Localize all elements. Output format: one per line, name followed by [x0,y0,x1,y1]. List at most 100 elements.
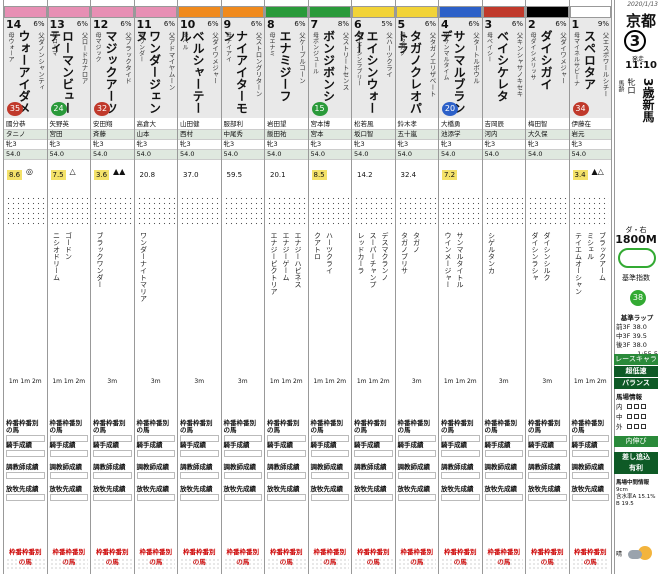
horse-sire: 父ケーブルコーン [297,32,306,84]
horse-dam: 母ダイシメリッサ [529,32,536,80]
record-d: 放牧先成績 [441,486,480,501]
carried-weight: 54.0 [221,150,264,160]
horse-dam: 母ボンジュール [311,32,319,74]
horse-column: 7 8% 父ストリートセンス ボンジボンシ 母ボンジュール 15 宮本博 宮本 … [307,0,352,574]
horse-dam: 母サンマルタイム [442,32,449,80]
horse-header: 2 6% 父ダイワメジャー ダイシガイ 母ダイシメリッサ [526,18,569,118]
venue: 京都 [625,12,656,30]
finish-stats: 1m 1m 2m [52,378,86,385]
mark-symbols: ▲▲ [113,167,126,176]
horse-column: 3 6% 父キンシャサノキセキ ベイシケレタ 母ベイシー 吉岡辰 河内 牝3 5… [481,0,525,574]
finish-stats: 3m [411,378,422,385]
balance: バランス [614,378,658,389]
age-sex: 牝3 [395,140,438,150]
footer-label: 枠番枠番別の馬 [574,548,607,566]
past-grid [6,196,45,226]
age-sex: 牝3 [569,140,611,150]
post-time: 11:10 [625,60,657,71]
finish-stats: 1m 1m 2m [356,378,390,385]
footer-grid [6,558,45,570]
pedigree-2: ダイシンシルク [543,232,551,281]
record-a: 枠番枠番別の馬 [310,420,349,442]
record-c: 調教師成績 [136,464,175,479]
horse-sire: 父タートルボウル [471,32,480,84]
record-a: 枠番枠番別の馬 [354,420,393,442]
horse-name[interactable]: スペロタア [582,30,597,90]
track-oval-icon [618,248,656,268]
past-grid [93,196,132,226]
pedigree: クアトロ ハーツクライ [309,232,352,372]
race-info-panel: 2020/1/13 京都 3 発走 11:10 3歳新馬 牝口 馬齢 ダ・右 1… [614,0,660,574]
record-c: 調教師成績 [267,464,306,479]
finish-stats: 3m [150,378,161,385]
horse-sire: 父ダイワメジャー [210,32,219,84]
footer-grid [441,558,480,570]
horse-rate: 5% [381,20,393,28]
lap-mid: 中3F 39.5 [616,332,647,340]
horse-dam: 母ワンダー [137,32,145,62]
footer-label: 枠番枠番別の馬 [96,548,129,566]
age-sex: 牝3 [352,140,395,150]
baseline-label: 基準指数 [622,274,650,282]
horse-name[interactable]: エナミジーフ [277,30,292,102]
footer-grid [136,558,175,570]
record-c: 調教師成績 [93,464,132,479]
horse-sire: 父ロードカナロア [80,32,88,84]
horse-sire: 父キンシャサノキセキ [515,32,523,97]
index-value: 14.2 [357,171,373,179]
record-d: 放牧先成績 [267,486,306,501]
record-d: 放牧先成績 [571,486,609,501]
age-sex: 牝3 [308,140,351,150]
finish-stats: 3m [194,378,205,385]
record-a: 枠番枠番別の馬 [136,420,175,442]
race-sub2: 馬齢 [617,80,624,92]
past-grid [49,196,88,226]
record-b: 騎手成績 [136,442,175,457]
horse-name[interactable]: ダイシガイ [538,30,553,90]
horse-name[interactable]: ボンジボンシ [321,30,336,102]
record-d: 放牧先成績 [397,486,436,501]
record-d: 放牧先成績 [354,486,393,501]
horse-sire: 父ダイワメジャー [558,32,567,84]
trainer: 宮本 [308,130,351,140]
pedigree [4,232,47,372]
lap-info: 基準ラップ 前3F 38.0 中3F 39.5 後3F 38.0 1:55.5 [614,314,658,359]
horse-column: 13 6% 父ロードカナロア ローマンビューティ 母ローマ 24 矢野英 宮田 … [46,0,90,574]
horse-info: 宮本博 宮本 牝3 54.0 [308,120,351,192]
horse-column: 9 6% 父ストロングリターン ナイアイターモン 母ナイアイ 服部利 中尾秀 牝… [220,0,264,574]
footer-grid [93,558,132,570]
footer-grid [571,558,609,570]
horse-name[interactable]: マジックアーツ [103,30,118,114]
pedigree-2: タガノ [412,232,421,253]
past-grid [571,196,609,226]
horse-name[interactable]: ウォーアイダメ [16,30,31,114]
baba-row: 外 [616,422,658,432]
mark-symbols: △ [69,167,76,176]
horse-number: 3 [484,18,493,31]
jockey: 宮本博 [308,120,351,130]
past-grid [484,196,523,226]
age-sex: 牝3 [178,140,221,150]
carried-weight: 54.0 [395,150,438,160]
horse-column: 5 6% 父タガノエリザベート タガノクレオパトラ 母タガノ 鈴木孝 五十嵐 牝… [394,0,438,574]
footer-grid [180,558,219,570]
index-value: 20.1 [270,171,286,179]
trainer: 岩元 [569,130,611,140]
record-c: 調教師成績 [571,464,609,479]
horse-header: 8 6% 父ケーブルコーン エナミジーフ 母エナミ [265,18,308,118]
horse-name[interactable]: ベイシケレタ [495,30,510,102]
finish-stats: 3m [542,378,553,385]
carried-weight: 54.0 [352,150,395,160]
gate-color-bar [395,6,438,18]
horse-header: 6 5% 父ハーツクライ エイシンウォーター 母エイシンラブリー [352,18,395,118]
horse-header: 3 6% 父キンシャサノキセキ ベイシケレタ 母ベイシー [482,18,525,118]
gate-color-bar [47,6,90,18]
record-c: 調教師成績 [397,464,436,479]
carried-weight: 54.0 [4,150,47,160]
pedigree-2: ゴードン [64,232,73,260]
baba-label: 馬場情報 [616,393,642,401]
horse-sire: 父ハーツクライ [384,32,393,78]
lap-last: 後3F 38.0 [616,341,647,349]
pedigree-3: エナジーハピネス [294,232,302,288]
pedigree: ワンダーナイトマリア [135,232,178,372]
